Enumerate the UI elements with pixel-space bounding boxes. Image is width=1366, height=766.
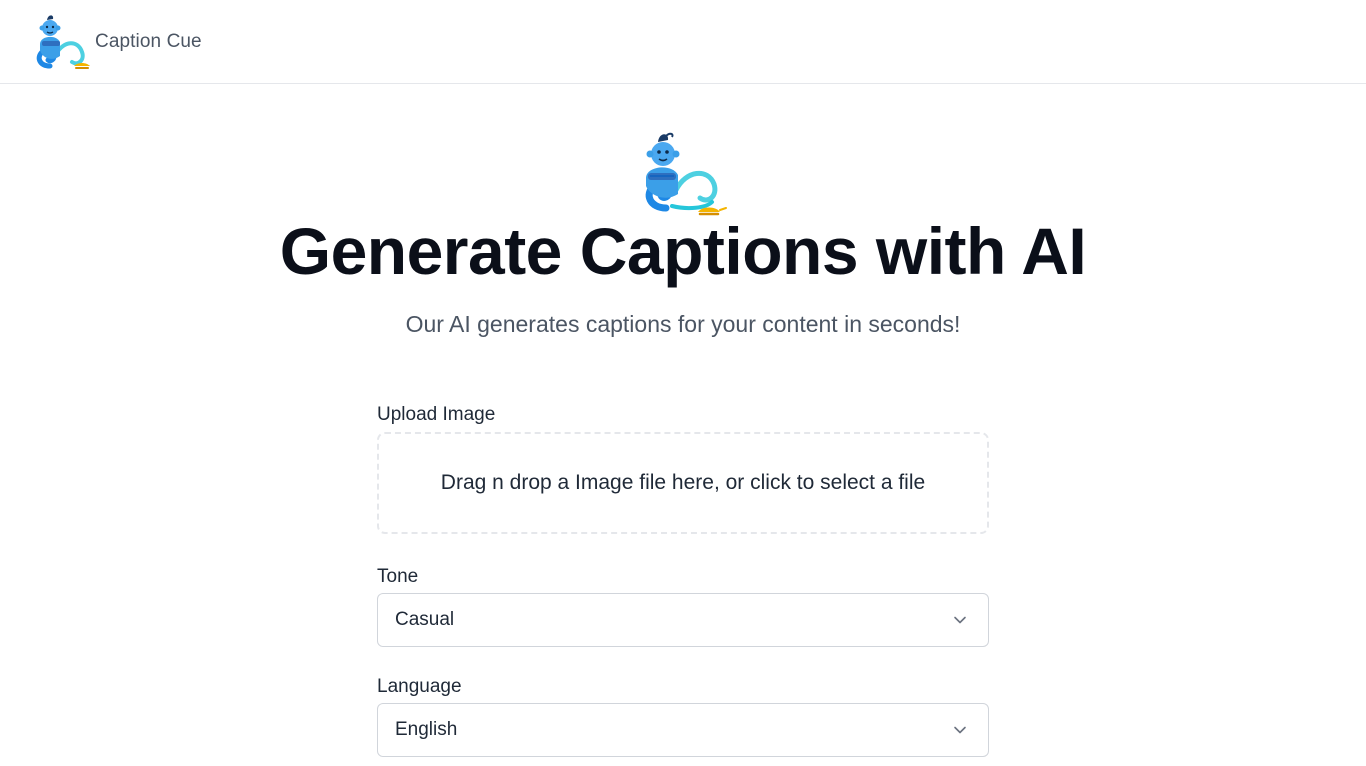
tone-group: Tone Casual bbox=[377, 562, 989, 647]
chevron-down-icon bbox=[954, 616, 966, 624]
caption-form: Upload Image Drag n drop a Image file he… bbox=[377, 400, 989, 757]
tone-select[interactable]: Casual bbox=[377, 593, 989, 647]
language-group: Language English bbox=[377, 672, 989, 757]
upload-group: Upload Image Drag n drop a Image file he… bbox=[377, 400, 989, 534]
language-selected-value: English bbox=[395, 719, 458, 740]
genie-icon bbox=[645, 132, 727, 216]
top-navbar: Caption Cue bbox=[0, 0, 1366, 84]
brand-link[interactable]: Caption Cue bbox=[30, 10, 202, 74]
chevron-down-icon bbox=[954, 726, 966, 734]
tone-label: Tone bbox=[377, 566, 419, 587]
upload-label: Upload Image bbox=[377, 404, 496, 425]
page-title: Generate Captions with AI bbox=[279, 214, 1087, 288]
dropzone-text: Drag n drop a Image file here, or click … bbox=[440, 471, 926, 494]
brand-name: Caption Cue bbox=[95, 31, 202, 52]
language-select[interactable]: English bbox=[377, 703, 989, 757]
language-label: Language bbox=[377, 676, 462, 697]
image-dropzone[interactable]: Drag n drop a Image file here, or click … bbox=[377, 432, 989, 534]
genie-icon bbox=[36, 15, 90, 69]
tone-selected-value: Casual bbox=[395, 609, 455, 630]
page-subtitle: Our AI generates captions for your conte… bbox=[405, 311, 961, 337]
